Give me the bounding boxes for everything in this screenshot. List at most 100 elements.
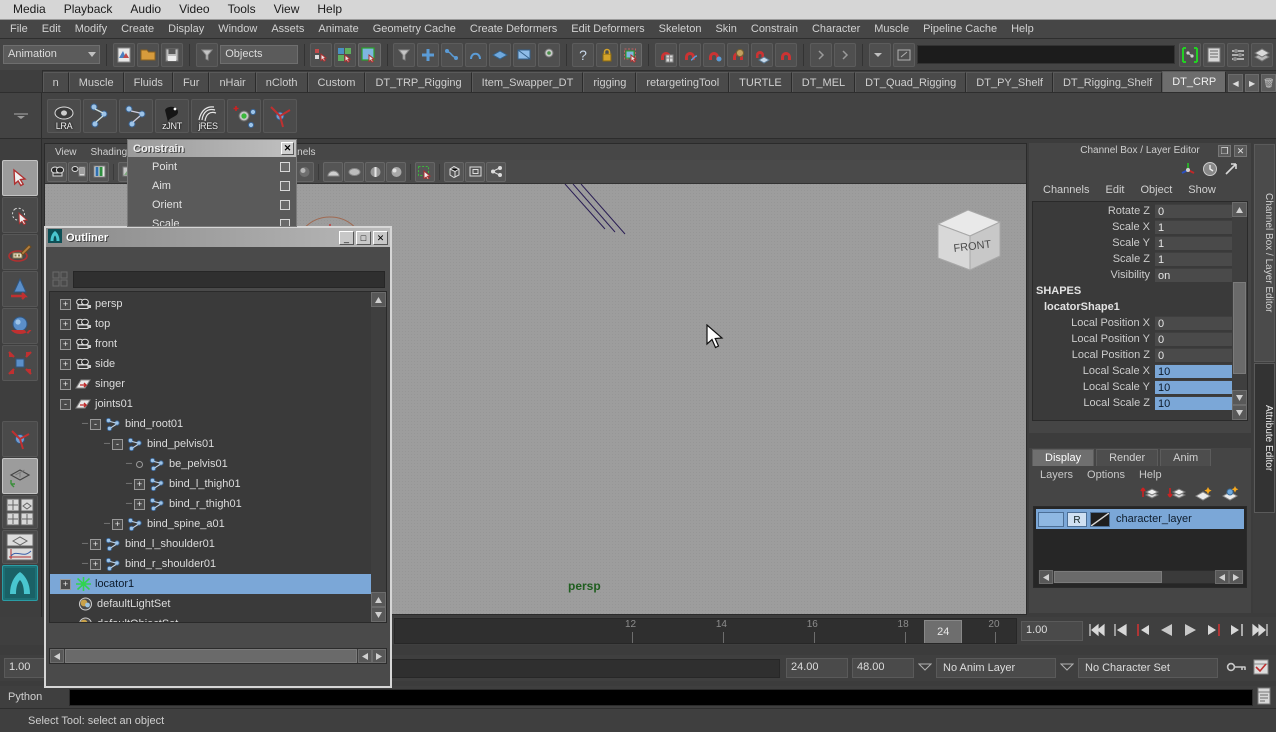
scroll-end-icon[interactable]	[1232, 405, 1247, 420]
show-hide-modeling-toolkit-button[interactable]	[1178, 42, 1201, 67]
exposure-icon[interactable]	[386, 161, 406, 182]
channel-row[interactable]: Visibility on	[1033, 267, 1247, 283]
outliner-title-bar[interactable]: Outliner _ □ ✕	[46, 228, 390, 247]
shelf-tab-fur[interactable]: Fur	[172, 72, 210, 92]
quick-select-set-icon[interactable]	[893, 42, 916, 67]
scroll-left-step-icon[interactable]	[358, 649, 372, 663]
snap-to-grids-button[interactable]	[417, 42, 440, 67]
main-menu-item-help[interactable]: Help	[1004, 21, 1041, 37]
outliner-row[interactable]: — - bind_pelvis01	[50, 434, 386, 454]
layer-menu-help[interactable]: Help	[1132, 468, 1169, 482]
outliner-hscrollbar[interactable]	[49, 648, 387, 664]
tree-expander[interactable]: -	[60, 398, 71, 410]
layer-tab-render[interactable]: Render	[1096, 449, 1159, 466]
shelf-delete-icon[interactable]: 🗑	[1261, 74, 1276, 92]
move-tool-icon[interactable]	[2, 271, 38, 307]
scrollbar-thumb[interactable]	[1233, 282, 1246, 374]
tree-expander[interactable]: +	[60, 318, 71, 330]
help-button[interactable]: ?	[572, 42, 595, 67]
layer-list-hscrollbar[interactable]	[1038, 570, 1244, 584]
show-hide-tool-settings-button[interactable]	[1226, 42, 1249, 67]
input-connections-button[interactable]	[810, 42, 833, 67]
outliner-row[interactable]: — + bind_l_shoulder01	[50, 534, 386, 554]
tree-expander[interactable]: +	[112, 518, 123, 530]
main-menu-item-geometry-cache[interactable]: Geometry Cache	[366, 21, 463, 37]
main-menu-item-create-deformers[interactable]: Create Deformers	[463, 21, 564, 37]
clock-icon[interactable]	[1202, 161, 1218, 180]
shelf-tab-dt_quad_rigging[interactable]: DT_Quad_Rigging	[855, 72, 967, 92]
snap-to-view-planes-button[interactable]	[513, 42, 536, 67]
outliner-row[interactable]: — + bind_spine_a01	[50, 514, 386, 534]
shelf-tab-ncloth[interactable]: nCloth	[255, 72, 308, 92]
constrain-menu-item-scale[interactable]: Scale	[128, 214, 296, 226]
tree-expander[interactable]: +	[60, 298, 71, 310]
outliner-row[interactable]: - joints01	[50, 394, 386, 414]
hscrollbar-thumb[interactable]	[65, 649, 357, 663]
shelf-button-joint-chain-icon[interactable]	[83, 98, 117, 133]
tree-expander[interactable]: -	[112, 438, 123, 450]
channel-box-menu-show[interactable]: Show	[1180, 183, 1224, 197]
select-component-toggle-button[interactable]	[620, 42, 643, 67]
shelf-button-zjnt[interactable]: zJNT	[155, 98, 189, 133]
scroll-left-icon[interactable]	[1039, 570, 1053, 584]
scroll-down-icon[interactable]	[371, 607, 386, 622]
tree-expander[interactable]: +	[134, 478, 145, 490]
main-menu-item-file[interactable]: File	[3, 21, 35, 37]
scroll-left-icon[interactable]	[50, 649, 64, 663]
bookmark-icon[interactable]	[2, 565, 38, 601]
shelf-tab-item_swapper_dt[interactable]: Item_Swapper_DT	[471, 72, 584, 92]
magnet-snap-grid-button[interactable]	[655, 42, 678, 67]
channel-row[interactable]: Local Position Y0	[1033, 331, 1247, 347]
single-perspective-layout-icon[interactable]	[2, 458, 38, 494]
vertical-tab-channel-box-layer-editor[interactable]: Channel Box / Layer Editor	[1254, 144, 1275, 362]
tree-expander[interactable]: +	[60, 358, 71, 370]
main-menu-item-muscle[interactable]: Muscle	[867, 21, 916, 37]
outliner-vscrollbar[interactable]	[371, 292, 386, 622]
outliner-row[interactable]: — + bind_l_thigh01	[50, 474, 386, 494]
go-to-start-button[interactable]	[1087, 622, 1107, 641]
outliner-row[interactable]: + top	[50, 314, 386, 334]
channel-row[interactable]: Local Position Z0	[1033, 347, 1247, 363]
select-tool-icon[interactable]	[2, 160, 38, 196]
main-menu-item-constrain[interactable]: Constrain	[744, 21, 805, 37]
scroll-up-icon[interactable]	[371, 292, 386, 307]
layer-row[interactable]: Rcharacter_layer	[1036, 509, 1244, 529]
current-frame-field[interactable]: 1.00	[1021, 621, 1083, 641]
outliner-row[interactable]: + side	[50, 354, 386, 374]
magnet-snap-tangent-button[interactable]	[775, 42, 798, 67]
new-layer-from-selection-icon[interactable]	[1221, 485, 1241, 504]
scroll-up-icon[interactable]	[1232, 202, 1247, 217]
bookmarks-icon[interactable]	[89, 161, 109, 182]
scroll-down-icon[interactable]	[1232, 390, 1247, 405]
snap-to-planes-button[interactable]	[489, 42, 512, 67]
shelf-options-handle[interactable]	[0, 92, 42, 139]
main-menu-item-animate[interactable]: Animate	[311, 21, 365, 37]
media-menu-item-tools[interactable]: Tools	[219, 0, 265, 18]
persp-graph-layout-icon[interactable]	[2, 530, 38, 564]
save-scene-button[interactable]	[161, 42, 184, 67]
channel-box-menu-edit[interactable]: Edit	[1097, 183, 1132, 197]
channel-row[interactable]: Rotate Z0	[1033, 203, 1247, 219]
main-menu-item-pipeline-cache[interactable]: Pipeline Cache	[916, 21, 1004, 37]
outliner-tree[interactable]: + persp + top + front + side + singer - joints01— - b…	[49, 291, 387, 623]
outliner-row[interactable]: defaultLightSet	[50, 594, 386, 614]
viewport-menu-view[interactable]: View	[49, 146, 83, 159]
channel-box-menu-channels[interactable]: Channels	[1035, 183, 1097, 197]
view-cube[interactable]: FRONT	[930, 202, 1002, 272]
outliner-row[interactable]: defaultObjectSet	[50, 614, 386, 622]
layer-menu-options[interactable]: Options	[1080, 468, 1132, 482]
character-set-selector[interactable]: No Character Set	[1078, 658, 1218, 678]
tree-expander[interactable]: +	[60, 378, 71, 390]
shelf-tab-next-icon[interactable]: ▶	[1244, 74, 1260, 92]
last-tool-icon[interactable]	[2, 421, 38, 457]
arrow-up-right-icon[interactable]	[1223, 161, 1239, 180]
outliner-row[interactable]: — + bind_r_shoulder01	[50, 554, 386, 574]
view-cube-toggle-icon[interactable]	[444, 161, 464, 182]
make-live-button[interactable]	[537, 42, 560, 67]
channel-row[interactable]: Scale X1	[1033, 219, 1247, 235]
shadows-icon[interactable]	[294, 161, 314, 182]
go-to-end-button[interactable]	[1250, 622, 1270, 641]
camera-attributes-icon[interactable]	[68, 161, 88, 182]
media-menu-item-playback[interactable]: Playback	[55, 0, 122, 18]
play-backwards-button[interactable]	[1158, 622, 1176, 641]
